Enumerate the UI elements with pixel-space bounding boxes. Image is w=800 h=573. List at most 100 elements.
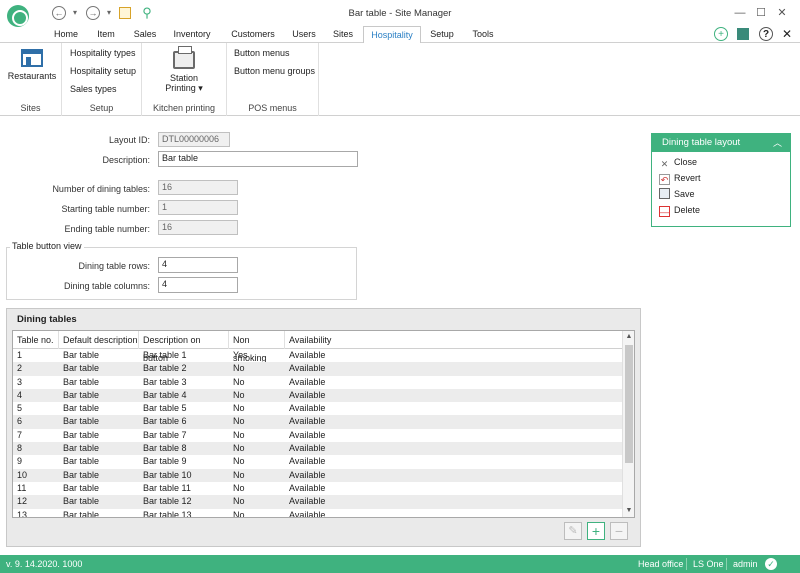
- scroll-down-icon[interactable]: ▼: [623, 505, 634, 517]
- cell-default-description: Bar table: [63, 429, 100, 440]
- table-row[interactable]: 13 Bar table Bar table 13 No Available: [13, 509, 623, 518]
- tab-sites[interactable]: Sites: [328, 26, 358, 43]
- dashboard-icon[interactable]: [737, 28, 749, 40]
- group-label-pos-menus: POS menus: [248, 103, 297, 113]
- title-bar: ← ▾ → ▾ ⚲ Bar table - Site Manager — ☐ ✕: [0, 0, 800, 27]
- collapse-icon[interactable]: ︿: [773, 134, 782, 152]
- tab-hospitality[interactable]: Hospitality: [363, 26, 421, 44]
- tab-setup[interactable]: Setup: [425, 26, 459, 43]
- col-header-description-on-button[interactable]: Description on button: [139, 331, 229, 363]
- cell-availability: Available: [289, 376, 326, 387]
- help-icon[interactable]: ?: [759, 27, 773, 41]
- end-num-label: Ending table number:: [64, 224, 150, 234]
- table-row[interactable]: 8 Bar table Bar table 8 No Available: [13, 442, 623, 456]
- tab-home[interactable]: Home: [48, 26, 84, 43]
- cell-non-smoking: No: [233, 363, 245, 374]
- button-menus-link[interactable]: Button menus: [234, 48, 290, 58]
- station-printing-button[interactable]: Station Printing ▾: [154, 46, 214, 94]
- cell-table-no: 5: [17, 403, 23, 414]
- cell-default-description: Bar table: [63, 363, 100, 374]
- ribbon-group-kitchen: Station Printing ▾ Kitchen printing: [142, 43, 227, 116]
- description-field[interactable]: Bar table: [158, 151, 358, 167]
- delete-action[interactable]: — Delete: [659, 203, 700, 217]
- cell-non-smoking: No: [233, 403, 245, 414]
- table-row[interactable]: 1 Bar table Bar table 1 Yes Available: [13, 349, 623, 362]
- cell-availability: Available: [289, 496, 326, 507]
- add-row-button[interactable]: +: [587, 522, 605, 540]
- scroll-up-icon[interactable]: ▲: [623, 331, 634, 343]
- col-header-default-description[interactable]: Default description: [59, 331, 139, 349]
- cell-non-smoking: Yes: [233, 350, 248, 360]
- hospitality-types-link[interactable]: Hospitality types: [70, 48, 136, 58]
- cell-availability: Available: [289, 389, 326, 400]
- cell-default-description: Bar table: [63, 469, 100, 480]
- tab-customers[interactable]: Customers: [225, 26, 281, 43]
- rows-label: Dining table rows:: [78, 261, 150, 271]
- grid-rows: 1 Bar table Bar table 1 Yes Available 2 Bar ta…: [13, 349, 623, 518]
- tab-users[interactable]: Users: [286, 26, 322, 43]
- cell-description-on-button: Bar table 7: [143, 429, 187, 440]
- table-row[interactable]: 11 Bar table Bar table 11 No Available: [13, 482, 623, 495]
- col-header-non-smoking[interactable]: Non smoking: [229, 331, 285, 363]
- grid-scrollbar[interactable]: ▲ ▼: [622, 331, 634, 517]
- hospitality-setup-link[interactable]: Hospitality setup: [70, 66, 136, 76]
- restaurants-button[interactable]: Restaurants: [4, 49, 60, 81]
- revert-action[interactable]: ↶ Revert: [659, 171, 701, 185]
- group-label-sites: Sites: [20, 103, 41, 113]
- cols-field[interactable]: 4: [158, 277, 238, 293]
- table-row[interactable]: 10 Bar table Bar table 10 No Available: [13, 468, 623, 482]
- col-header-availability[interactable]: Availability: [285, 331, 623, 349]
- table-row[interactable]: 6 Bar table Bar table 6 No Available: [13, 415, 623, 429]
- tab-sales[interactable]: Sales: [127, 26, 163, 43]
- table-row[interactable]: 7 Bar table Bar table 7 No Available: [13, 429, 623, 442]
- cell-non-smoking: No: [233, 496, 245, 507]
- cell-non-smoking: No: [233, 509, 245, 518]
- cell-description-on-button: Bar table 10: [143, 469, 192, 480]
- group-label-kitchen: Kitchen printing: [152, 103, 216, 113]
- table-row[interactable]: 2 Bar table Bar table 2 No Available: [13, 362, 623, 376]
- cell-availability: Available: [289, 482, 326, 493]
- col-header-table-no[interactable]: Table no.: [13, 331, 59, 349]
- cell-description-on-button: Bar table 6: [143, 416, 187, 427]
- cell-default-description: Bar table: [63, 496, 100, 507]
- close-action[interactable]: ✕ Close: [659, 155, 697, 169]
- station-printing-line1: Station: [169, 73, 199, 83]
- close-tab-icon[interactable]: ✕: [780, 27, 794, 41]
- table-row[interactable]: 12 Bar table Bar table 12 No Available: [13, 495, 623, 509]
- cell-availability: Available: [289, 509, 326, 518]
- cell-description-on-button: Bar table 9: [143, 456, 187, 467]
- button-menu-groups-link[interactable]: Button menu groups: [234, 66, 315, 76]
- minimize-button[interactable]: —: [731, 5, 749, 21]
- cell-availability: Available: [289, 350, 326, 360]
- dining-tables-grid[interactable]: Table no. Default description Descriptio…: [12, 330, 635, 518]
- cell-description-on-button: Bar table 3: [143, 376, 187, 387]
- save-action[interactable]: Save: [659, 187, 695, 201]
- sales-types-link[interactable]: Sales types: [70, 84, 117, 94]
- table-row[interactable]: 5 Bar table Bar table 5 No Available: [13, 402, 623, 415]
- tab-item[interactable]: Item: [89, 26, 123, 43]
- side-panel-title: Dining table layout: [662, 137, 741, 148]
- add-shortcut-icon[interactable]: +: [714, 27, 728, 41]
- ribbon-group-setup: Hospitality types Hospitality setup Sale…: [62, 43, 142, 116]
- start-num-field: 1: [158, 200, 238, 215]
- dining-table-layout-panel: Dining table layout ︿ ✕ Close ↶ Revert Sav…: [651, 133, 791, 227]
- delete-label: Delete: [674, 205, 701, 215]
- table-row[interactable]: 4 Bar table Bar table 4 No Available: [13, 388, 623, 403]
- cell-table-no: 10: [17, 469, 28, 480]
- maximize-button[interactable]: ☐: [752, 5, 770, 21]
- scroll-thumb[interactable]: [625, 345, 633, 463]
- table-row[interactable]: 9 Bar table Bar table 9 No Available: [13, 455, 623, 468]
- num-tables-field: 16: [158, 180, 238, 195]
- user-text[interactable]: admin: [733, 555, 758, 573]
- rows-field[interactable]: 4: [158, 257, 238, 273]
- office-text[interactable]: Head office: [638, 555, 683, 573]
- revert-icon: ↶: [659, 174, 670, 185]
- close-window-button[interactable]: ✕: [773, 5, 791, 21]
- cell-default-description: Bar table: [63, 482, 100, 493]
- cols-label: Dining table columns:: [63, 281, 150, 291]
- cell-table-no: 9: [17, 456, 23, 467]
- tab-tools[interactable]: Tools: [467, 26, 499, 43]
- tab-inventory[interactable]: Inventory: [166, 26, 218, 43]
- cell-table-no: 13: [17, 509, 28, 518]
- table-row[interactable]: 3 Bar table Bar table 3 No Available: [13, 376, 623, 389]
